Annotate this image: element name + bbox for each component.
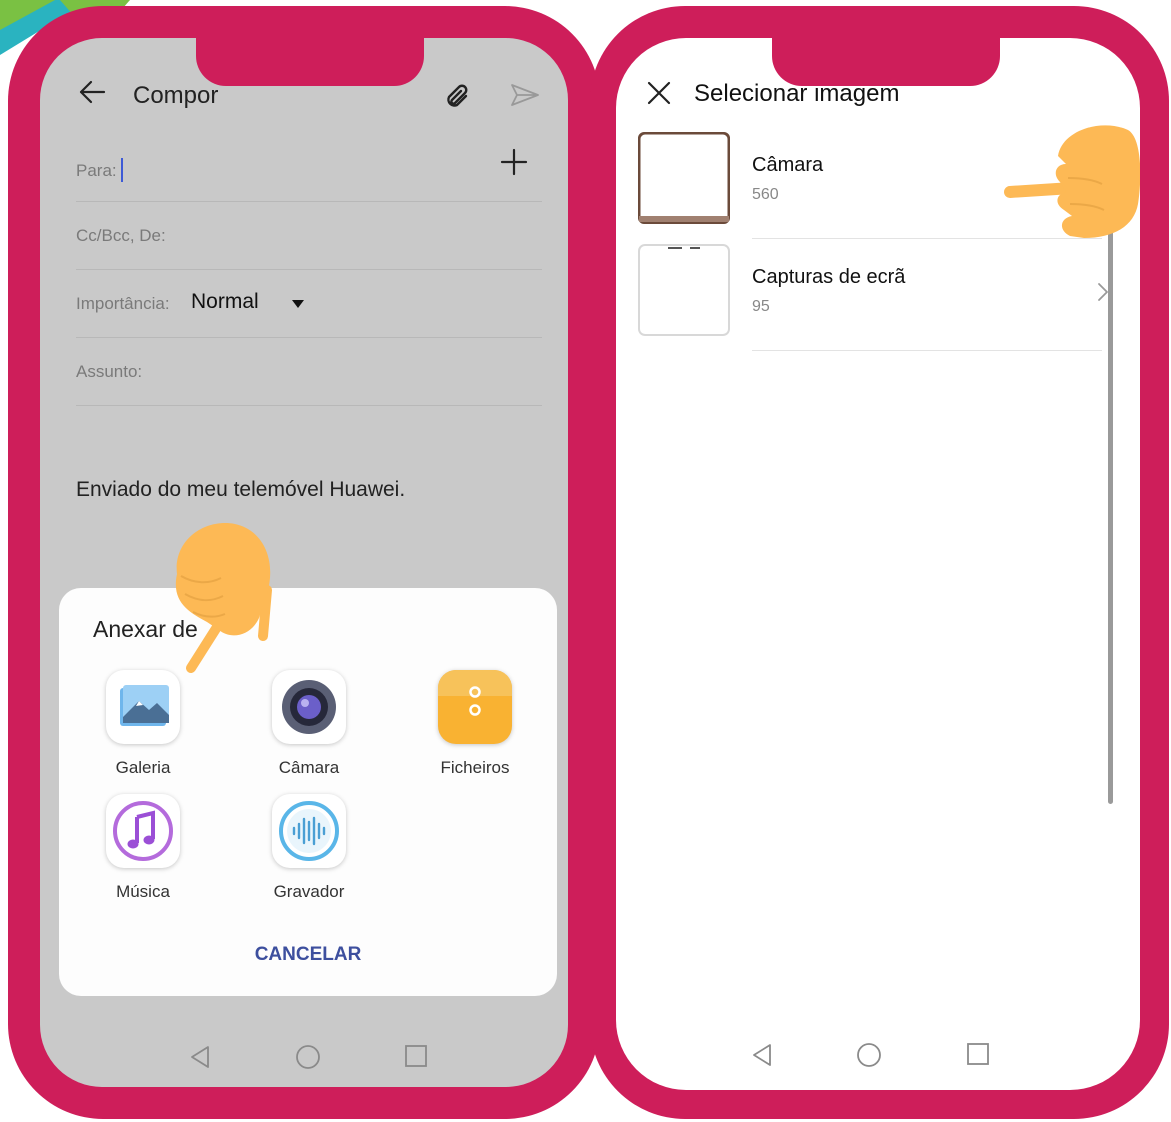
attach-from-sheet: Anexar de Galeria Câmara Ficheiros Músic…	[59, 588, 557, 996]
attach-option-camera[interactable]: Câmara	[249, 670, 369, 778]
nav-home-icon[interactable]	[856, 1042, 882, 1068]
pointing-hand-icon	[175, 523, 272, 673]
nav-home-icon[interactable]	[295, 1044, 321, 1070]
select-image-screen: Selecionar imagem Câmara 560 Capturas de…	[616, 38, 1140, 1090]
dropdown-arrow-icon[interactable]	[292, 300, 304, 308]
email-body-signature[interactable]: Enviado do meu telemóvel Huawei.	[76, 478, 405, 502]
nav-back-icon[interactable]	[750, 1042, 774, 1068]
gallery-icon	[106, 670, 180, 744]
subject-label: Assunto:	[76, 362, 143, 381]
attach-paperclip-icon[interactable]	[444, 82, 472, 110]
send-icon[interactable]	[510, 82, 540, 108]
attach-option-label: Ficheiros	[440, 758, 510, 777]
attach-option-label: Câmara	[278, 758, 340, 777]
importance-value[interactable]: Normal	[191, 290, 259, 314]
attach-option-gallery[interactable]: Galeria	[83, 670, 203, 778]
album-name: Capturas de ecrã	[752, 266, 906, 288]
subject-field[interactable]: Assunto:	[76, 338, 542, 406]
tutorial-image: Compor Para: Cc/Bcc, De: Importância: No…	[0, 0, 1171, 1122]
add-recipient-icon[interactable]	[500, 148, 528, 176]
album-count: 560	[752, 186, 779, 203]
to-label: Para:	[76, 161, 117, 180]
attach-option-label: Música	[116, 882, 170, 901]
to-field[interactable]: Para:	[76, 134, 542, 202]
importance-label: Importância:	[76, 294, 170, 313]
system-nav-bar	[616, 1028, 1140, 1088]
nav-back-icon[interactable]	[188, 1044, 212, 1070]
album-count: 95	[752, 298, 770, 315]
back-arrow-icon[interactable]	[78, 78, 106, 106]
attach-option-recorder[interactable]: Gravador	[249, 794, 369, 902]
cancel-button[interactable]: CANCELAR	[59, 944, 557, 966]
music-icon	[106, 794, 180, 868]
attach-option-label: Gravador	[273, 882, 345, 901]
compose-screen: Compor Para: Cc/Bcc, De: Importância: No…	[40, 38, 568, 1087]
album-row-screenshots[interactable]: Capturas de ecrã 95	[638, 244, 1108, 351]
attach-option-label: Galeria	[115, 758, 171, 777]
attach-option-music[interactable]: Música	[83, 794, 203, 902]
album-thumbnail	[638, 132, 730, 224]
close-icon[interactable]	[646, 80, 672, 106]
pointing-hand-icon	[1004, 125, 1140, 238]
album-thumbnail	[638, 244, 730, 336]
nav-recents-icon[interactable]	[966, 1042, 990, 1066]
cc-field[interactable]: Cc/Bcc, De:	[76, 202, 542, 270]
importance-field[interactable]: Importância: Normal	[76, 270, 542, 338]
page-title: Compor	[133, 82, 219, 109]
camera-icon	[272, 670, 346, 744]
divider	[752, 350, 1102, 351]
album-name: Câmara	[752, 154, 824, 176]
files-icon	[438, 670, 512, 744]
phone-frame-select-image: Selecionar imagem Câmara 560 Capturas de…	[590, 6, 1169, 1119]
recorder-icon	[272, 794, 346, 868]
phone-notch	[196, 36, 424, 86]
phone-notch	[772, 36, 1000, 86]
scrollbar[interactable]	[1108, 218, 1113, 804]
text-cursor	[120, 158, 123, 182]
phone-frame-compose: Compor Para: Cc/Bcc, De: Importância: No…	[8, 6, 600, 1119]
attach-option-files[interactable]: Ficheiros	[415, 670, 535, 778]
nav-recents-icon[interactable]	[404, 1044, 428, 1068]
system-nav-bar	[40, 1030, 568, 1087]
cc-label: Cc/Bcc, De:	[76, 226, 166, 245]
